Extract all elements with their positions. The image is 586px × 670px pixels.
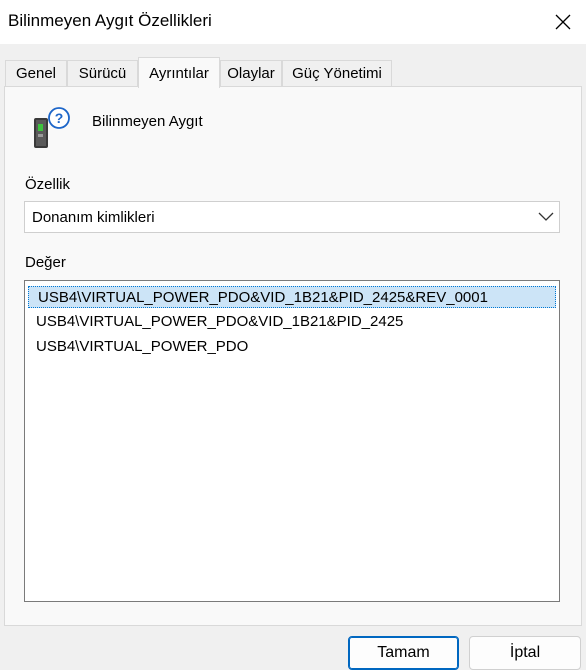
list-item[interactable]: USB4\VIRTUAL_POWER_PDO: [27, 336, 555, 358]
tab-olaylar[interactable]: Olaylar: [220, 60, 282, 86]
property-label: Özellik: [25, 176, 71, 193]
ok-button[interactable]: Tamam: [348, 636, 459, 670]
tab-strip: Genel Sürücü Ayrıntılar Olaylar Güç Yöne…: [5, 57, 585, 88]
svg-text:?: ?: [55, 110, 64, 126]
property-select-value: Donanım kimlikleri: [32, 209, 155, 226]
value-label: Değer: [25, 254, 66, 271]
ok-button-label: Tamam: [377, 644, 430, 661]
close-button[interactable]: [540, 0, 586, 44]
chevron-down-icon: [538, 212, 554, 221]
tab-genel[interactable]: Genel: [5, 60, 67, 86]
close-icon: [555, 14, 571, 30]
unknown-device-icon: ?: [34, 107, 70, 148]
tab-label: Güç Yönetimi: [292, 65, 382, 82]
list-item[interactable]: USB4\VIRTUAL_POWER_PDO&VID_1B21&PID_2425…: [28, 286, 556, 308]
tab-label: Genel: [15, 65, 57, 82]
cancel-button[interactable]: İptal: [469, 636, 581, 670]
cancel-button-label: İptal: [509, 644, 541, 661]
tab-guc-yonetimi[interactable]: Güç Yönetimi: [282, 60, 392, 86]
value-listbox[interactable]: USB4\VIRTUAL_POWER_PDO&VID_1B21&PID_2425…: [24, 280, 560, 602]
property-select[interactable]: Donanım kimlikleri: [24, 201, 560, 233]
title-bar: Bilinmeyen Aygıt Özellikleri: [0, 0, 586, 44]
tab-label: Sürücü: [78, 65, 127, 82]
tab-label: Olaylar: [227, 65, 275, 82]
tab-ayrintilar[interactable]: Ayrıntılar: [138, 57, 220, 88]
tab-surucu[interactable]: Sürücü: [67, 60, 138, 86]
tab-label: Ayrıntılar: [149, 64, 209, 82]
list-item[interactable]: USB4\VIRTUAL_POWER_PDO&VID_1B21&PID_2425: [27, 311, 555, 333]
window-title: Bilinmeyen Aygıt Özellikleri: [8, 11, 212, 30]
device-name: Bilinmeyen Aygıt: [92, 113, 203, 130]
